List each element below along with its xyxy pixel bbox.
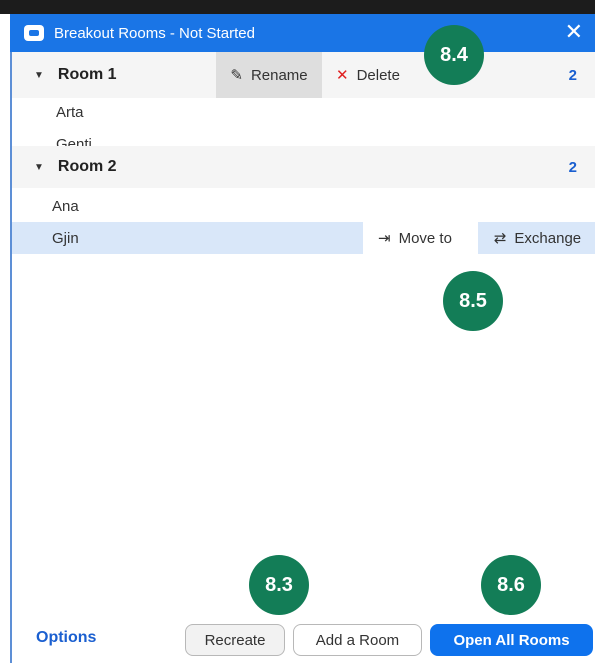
app-logo-icon: [24, 25, 44, 41]
options-link[interactable]: Options: [36, 629, 96, 647]
room-row-room-1[interactable]: ▼ Room 1 ✎ Rename ✕ Delete 2: [12, 52, 595, 98]
room-name: Room 2: [57, 158, 117, 175]
exchange-icon: ⇄: [493, 230, 507, 247]
participant-item[interactable]: Arta: [12, 104, 595, 121]
pencil-icon: ✎: [230, 67, 243, 84]
step-badge-8-6: 8.6: [481, 555, 541, 615]
room-name: Room 1: [57, 66, 117, 83]
participant-item-selected[interactable]: Gjin: [12, 222, 363, 254]
participant-count: 2: [568, 66, 577, 84]
exchange-label: Exchange: [514, 229, 582, 247]
title-bar: Breakout Rooms - Not Started ✕: [10, 14, 595, 52]
step-badge-8-3: 8.3: [249, 555, 309, 615]
move-to-icon: ⇥: [378, 230, 391, 247]
step-badge-8-4: 8.4: [424, 25, 484, 85]
step-badge-8-5: 8.5: [443, 271, 503, 331]
collapse-arrow-icon[interactable]: ▼: [34, 70, 44, 81]
delete-button[interactable]: ✕ Delete: [336, 52, 400, 98]
room-row-room-2[interactable]: ▼ Room 2 2: [12, 146, 595, 188]
participant-count: 2: [568, 158, 577, 176]
open-all-rooms-button[interactable]: Open All Rooms: [430, 624, 593, 656]
participant-name: Gjin: [52, 229, 79, 247]
move-to-label: Move to: [398, 229, 452, 247]
close-icon[interactable]: ✕: [565, 20, 583, 44]
participant-item[interactable]: Ana: [12, 198, 595, 215]
window-title: Breakout Rooms - Not Started: [54, 24, 255, 42]
rename-label: Rename: [250, 66, 308, 84]
exchange-button[interactable]: ⇄ Exchange: [478, 222, 595, 254]
delete-label: Delete: [356, 66, 400, 84]
collapse-arrow-icon[interactable]: ▼: [34, 162, 44, 173]
add-room-button[interactable]: Add a Room: [293, 624, 422, 656]
delete-x-icon: ✕: [336, 67, 349, 84]
move-to-button[interactable]: ⇥ Move to: [378, 222, 452, 254]
top-background-strip: [0, 0, 595, 14]
rename-button[interactable]: ✎ Rename: [216, 52, 322, 98]
recreate-button[interactable]: Recreate: [185, 624, 285, 656]
